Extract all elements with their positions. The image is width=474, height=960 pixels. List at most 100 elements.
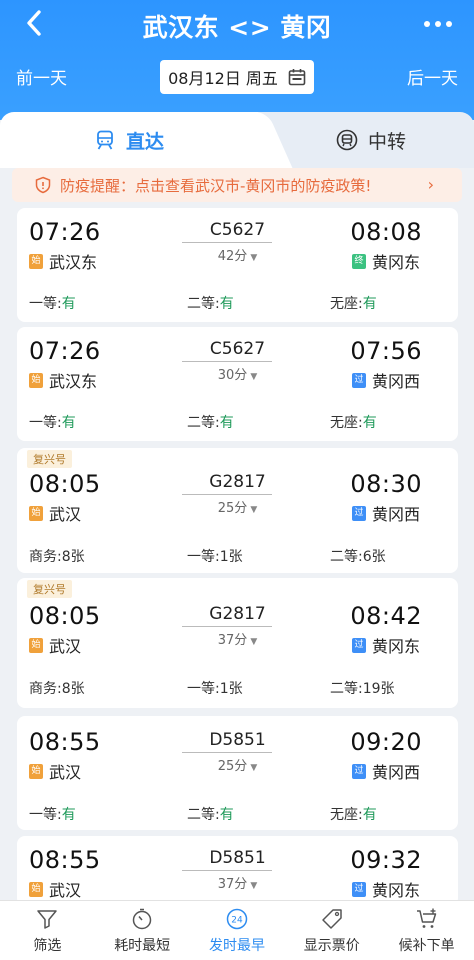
arrival-time: 08:08: [350, 218, 422, 246]
departure-station: 始 武汉: [29, 501, 81, 525]
start-tag: 始: [29, 637, 43, 653]
arrival-station: 过 黄冈西: [351, 501, 420, 525]
waitlist-order-button[interactable]: 候补下单: [379, 901, 474, 960]
train-card[interactable]: 08:55 D5851 37分 ▼ 09:32 始 武汉 过 黄冈东: [17, 836, 458, 906]
start-tag: 始: [29, 881, 43, 897]
show-price-button[interactable]: 显示票价: [284, 901, 379, 960]
start-tag: 始: [29, 505, 43, 521]
filter-icon: [37, 909, 58, 929]
top-header: 武汉东 <> 黄冈 前一天 08月12日 周五 后一天: [0, 0, 474, 120]
seat-info: 一等:有: [29, 296, 76, 312]
shield-icon: [35, 176, 51, 194]
train-card[interactable]: 07:26 C5627 30分 ▼ 07:56 始 武汉东 过 黄冈西 一等:有 …: [17, 327, 458, 441]
arrival-station: 终 黄冈东: [351, 249, 420, 273]
shortest-duration-label: 耗时最短: [114, 937, 171, 954]
tab-transfer-label: 中转: [367, 130, 406, 153]
seat-info: 商务:8张: [29, 681, 85, 697]
seat-info: 一等:有: [29, 415, 76, 431]
seat-info: 一等:有: [29, 807, 76, 823]
departure-station: 始 武汉: [29, 633, 81, 657]
pass-tag: 过: [351, 881, 366, 897]
arrival-time: 09:20: [350, 728, 422, 756]
calendar-icon: [288, 69, 306, 86]
caret-down-icon: ▼: [250, 637, 258, 647]
epidemic-notice-banner[interactable]: 防疫提醒：点击查看武汉市-黄冈市的防疫政策! ›: [12, 168, 462, 202]
cart-icon: [416, 908, 436, 928]
arrival-station: 过 黄冈西: [351, 759, 420, 783]
shortest-duration-button[interactable]: 耗时最短: [95, 901, 190, 960]
train-icon: [97, 130, 113, 150]
divider: [182, 361, 272, 362]
svg-text:24: 24: [231, 915, 243, 925]
departure-station: 始 武汉: [29, 759, 81, 783]
pass-tag: 过: [351, 637, 366, 653]
seat-info: 无座:有: [330, 807, 377, 823]
pass-tag: 过: [351, 763, 366, 779]
tab-direct-label: 直达: [125, 130, 164, 153]
divider: [182, 752, 272, 753]
seat-info: 一等:1张: [187, 681, 243, 697]
divider: [182, 242, 272, 243]
divider: [182, 494, 272, 495]
filter-button[interactable]: 筛选: [0, 901, 95, 960]
bottom-toolbar: 筛选 耗时最短 24 发时最早 显示票价 候补下单: [0, 900, 474, 960]
train-card[interactable]: 复兴号 08:05 G2817 25分 ▼ 08:30 始 武汉 过 黄冈西 商务…: [17, 448, 458, 573]
seat-info: 二等:有: [187, 415, 234, 431]
arrival-time: 09:32: [350, 846, 422, 874]
divider: [182, 626, 272, 627]
start-tag: 始: [29, 763, 43, 779]
seat-info: 二等:19张: [330, 681, 395, 697]
date-picker[interactable]: 08月12日 周五: [160, 60, 314, 94]
arrival-station: 过 黄冈西: [351, 368, 420, 392]
pass-tag: 过: [351, 505, 366, 521]
dot-icon: [424, 21, 430, 27]
caret-down-icon: ▼: [250, 372, 258, 382]
train-card[interactable]: 08:55 D5851 25分 ▼ 09:20 始 武汉 过 黄冈西 一等:有 二…: [17, 716, 458, 830]
earliest-departure-label: 发时最早: [208, 937, 265, 954]
more-menu-button[interactable]: [424, 18, 452, 30]
seat-info: 二等:有: [187, 807, 234, 823]
prev-day-button[interactable]: 前一天: [16, 64, 67, 89]
date-label: 08月12日 周五: [168, 69, 278, 88]
fuxing-badge: 复兴号: [27, 450, 72, 468]
departure-station: 始 武汉东: [29, 368, 97, 392]
seat-info: 一等:1张: [187, 549, 243, 565]
pass-tag: 过: [351, 372, 366, 388]
fuxing-badge: 复兴号: [27, 580, 72, 598]
earliest-departure-button[interactable]: 24 发时最早: [190, 901, 285, 960]
start-tag: 始: [29, 253, 43, 269]
caret-down-icon: ▼: [250, 253, 258, 263]
seat-info: 无座:有: [330, 296, 377, 312]
arrival-station: 过 黄冈东: [351, 633, 420, 657]
arrival-time: 08:42: [350, 602, 422, 630]
clock-24-icon: 24: [226, 908, 248, 929]
arrival-station: 过 黄冈东: [351, 877, 420, 901]
tab-bar: 中转 直达: [0, 112, 474, 168]
show-price-label: 显示票价: [303, 937, 360, 954]
caret-down-icon: ▼: [250, 763, 258, 773]
caret-down-icon: ▼: [250, 881, 258, 891]
departure-station: 始 武汉东: [29, 249, 97, 273]
waitlist-order-label: 候补下单: [398, 937, 455, 954]
arrival-time: 08:30: [350, 470, 422, 498]
start-tag: 始: [29, 372, 43, 388]
filter-label: 筛选: [33, 937, 62, 954]
arrival-time: 07:56: [350, 337, 422, 365]
chevron-right-icon: ›: [427, 175, 434, 194]
seat-info: 无座:有: [330, 415, 377, 431]
divider: [182, 870, 272, 871]
departure-station: 始 武汉: [29, 877, 81, 901]
notice-text: 防疫提醒：点击查看武汉市-黄冈市的防疫政策!: [60, 176, 372, 195]
transfer-train-icon: [336, 129, 358, 151]
train-card[interactable]: 复兴号 08:05 G2817 37分 ▼ 08:42 始 武汉 过 黄冈东 商务…: [17, 578, 458, 708]
tab-direct[interactable]: 直达: [0, 112, 258, 168]
terminal-tag: 终: [351, 253, 366, 269]
train-card[interactable]: 07:26 C5627 42分 ▼ 08:08 始 武汉东 终 黄冈东 一等:有 …: [17, 208, 458, 322]
next-day-button[interactable]: 后一天: [407, 64, 458, 89]
seat-info: 商务:8张: [29, 549, 85, 565]
seat-info: 二等:有: [187, 296, 234, 312]
timer-icon: [132, 908, 152, 929]
caret-down-icon: ▼: [250, 505, 258, 515]
page-title: 武汉东 <> 黄冈: [142, 13, 332, 42]
seat-info: 二等:6张: [330, 549, 386, 565]
